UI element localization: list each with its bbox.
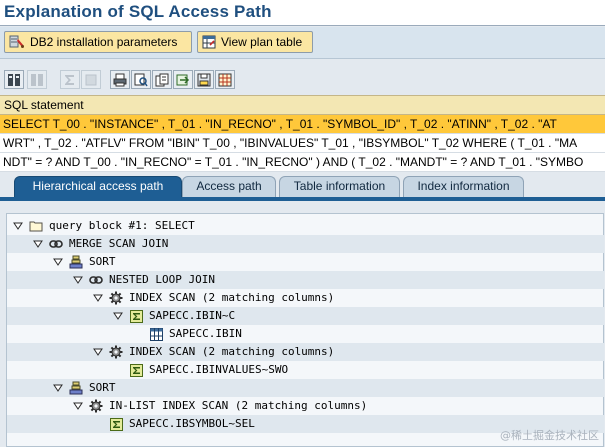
tree-node[interactable]: SAPECC.IBIN~C <box>7 307 604 325</box>
expand-toggle-icon[interactable] <box>51 381 65 395</box>
export-button[interactable] <box>173 70 193 89</box>
tree-node[interactable]: query block #1: SELECT <box>7 217 604 235</box>
gear-icon <box>89 399 103 413</box>
title-bar: Explanation of SQL Access Path <box>0 0 605 26</box>
db2-installation-parameters-label: DB2 installation parameters <box>30 35 178 49</box>
tree-node[interactable]: INDEX SCAN (2 matching columns) <box>7 343 604 361</box>
sigma-index-icon <box>129 309 143 323</box>
expand-all-button[interactable] <box>4 70 24 89</box>
tree-node-label: INDEX SCAN (2 matching columns) <box>129 345 335 358</box>
tree-node[interactable]: INDEX SCAN (2 matching columns) <box>7 289 604 307</box>
grid-icon <box>218 73 232 86</box>
tree-node-label: SORT <box>89 255 116 268</box>
access-path-tree: query block #1: SELECT MERGE SCAN JOIN SOR… <box>6 213 604 447</box>
expand-toggle-icon[interactable] <box>71 273 85 287</box>
tree-node[interactable]: SORT <box>7 379 604 397</box>
gear-icon <box>109 345 123 359</box>
join-icon <box>49 237 63 251</box>
sort-icon <box>69 381 83 395</box>
tab-table-information[interactable]: Table information <box>279 176 400 197</box>
expand-toggle-icon[interactable] <box>91 291 105 305</box>
view-plan-table-label: View plan table <box>221 35 303 49</box>
view-plan-table-button[interactable]: View plan table <box>197 31 313 53</box>
sum-icon <box>65 74 74 85</box>
table-view-icon <box>202 35 216 49</box>
tab-access-path[interactable]: Access path <box>182 176 276 197</box>
tree-node-label: SORT <box>89 381 116 394</box>
gear-icon <box>109 291 123 305</box>
sql-statement-header: SQL statement <box>0 95 605 115</box>
tree-node-label: INDEX SCAN (2 matching columns) <box>129 291 335 304</box>
expand-all-icon <box>8 73 20 86</box>
expand-toggle-icon[interactable] <box>91 345 105 359</box>
sort-icon <box>69 255 83 269</box>
tree-node[interactable]: SAPECC.IBIN <box>7 325 604 343</box>
tree-node[interactable]: SAPECC.IBINVALUES~SWO <box>7 361 604 379</box>
tree-toolbar <box>0 60 605 94</box>
join-icon <box>89 273 103 287</box>
save-icon <box>197 73 211 86</box>
sql-line-selected[interactable]: SELECT T_00 . "INSTANCE" , T_01 . "IN_RE… <box>0 115 605 134</box>
sigma-index-icon <box>129 363 143 377</box>
tree-node[interactable]: IN-LIST INDEX SCAN (2 matching columns) <box>7 397 604 415</box>
sql-line[interactable]: NDT" = ? AND T_00 . "IN_RECNO" = T_01 . … <box>0 153 605 172</box>
subtotal-button[interactable] <box>81 70 101 89</box>
print-button[interactable] <box>110 70 130 89</box>
collapse-all-icon <box>31 73 43 86</box>
collapse-all-button[interactable] <box>27 70 47 89</box>
table-icon <box>149 327 163 341</box>
tab-strip: Hierarchical access path Access path Tab… <box>0 172 605 198</box>
application-toolbar: DB2 installation parameters View plan ta… <box>0 27 605 59</box>
db2-installation-parameters-button[interactable]: DB2 installation parameters <box>4 31 192 53</box>
tree-node-label: SAPECC.IBINVALUES~SWO <box>149 363 289 376</box>
tree-node-label: query block #1: SELECT <box>49 219 195 232</box>
find-icon <box>134 73 148 86</box>
grid-button[interactable] <box>215 70 235 89</box>
tree-node-label: NESTED LOOP JOIN <box>109 273 215 286</box>
details-button[interactable] <box>152 70 172 89</box>
tree-node-label: SAPECC.IBSYMBOL~SEL <box>129 417 255 430</box>
tree-node-label: IN-LIST INDEX SCAN (2 matching columns) <box>109 399 368 412</box>
expand-toggle-icon[interactable] <box>71 399 85 413</box>
db2-settings-icon <box>9 35 24 48</box>
page-title: Explanation of SQL Access Path <box>4 2 272 21</box>
find-button[interactable] <box>131 70 151 89</box>
export-icon <box>176 74 190 85</box>
sum-button[interactable] <box>60 70 80 89</box>
tab-underline <box>0 197 605 201</box>
tree-node[interactable]: MERGE SCAN JOIN <box>7 235 604 253</box>
expand-toggle-icon[interactable] <box>11 219 25 233</box>
folder-icon <box>29 219 43 233</box>
tab-index-information[interactable]: Index information <box>403 176 524 197</box>
print-icon <box>113 73 127 86</box>
tree-node-label: MERGE SCAN JOIN <box>69 237 169 250</box>
tree-node[interactable]: SORT <box>7 253 604 271</box>
details-icon <box>155 73 169 86</box>
tree-node[interactable]: NESTED LOOP JOIN <box>7 271 604 289</box>
expand-toggle-icon[interactable] <box>111 309 125 323</box>
sigma-index-icon <box>109 417 123 431</box>
local-file-button[interactable] <box>194 70 214 89</box>
watermark: @稀土掘金技术社区 <box>500 429 599 442</box>
tab-hierarchical-access-path[interactable]: Hierarchical access path <box>14 176 182 197</box>
subtotal-icon <box>85 74 97 85</box>
expand-toggle-icon[interactable] <box>31 237 45 251</box>
expand-toggle-icon[interactable] <box>51 255 65 269</box>
tree-node-label: SAPECC.IBIN <box>169 327 242 340</box>
sql-line[interactable]: WRT" , T_02 . "ATFLV" FROM "IBIN" T_00 ,… <box>0 134 605 153</box>
tree-node-label: SAPECC.IBIN~C <box>149 309 236 322</box>
